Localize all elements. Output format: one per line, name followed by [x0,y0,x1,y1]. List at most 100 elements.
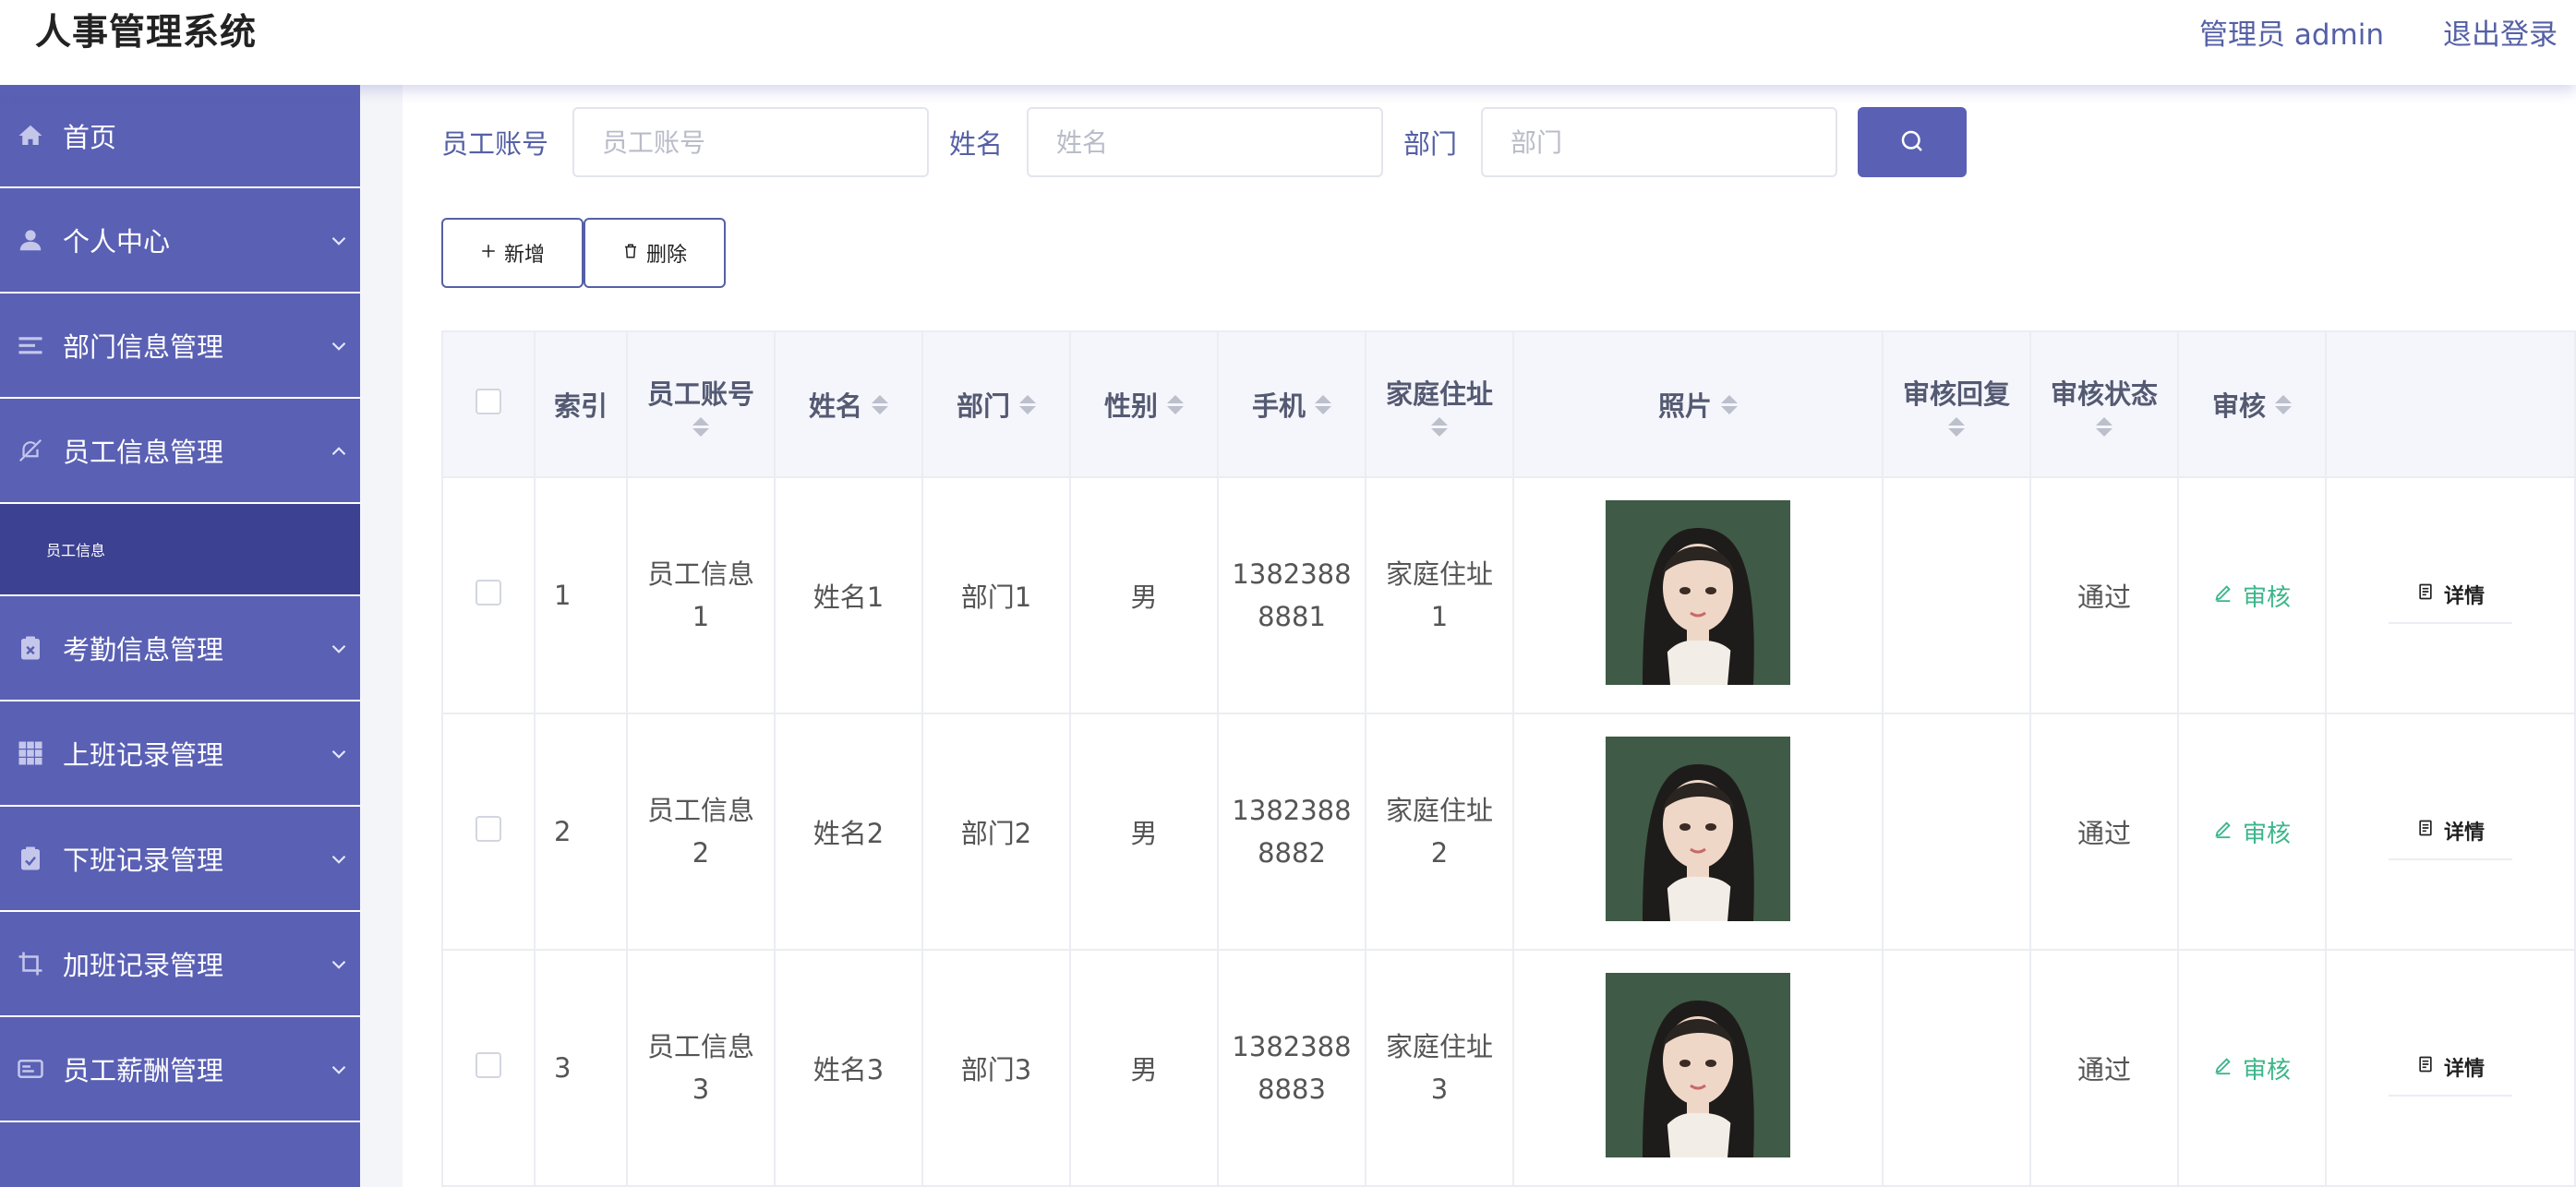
detail-button[interactable]: 详情 [2388,567,2512,624]
chevron-down-icon [327,741,351,765]
sort-icon[interactable] [1019,394,1036,414]
sort-icon[interactable] [1947,416,1965,437]
cell-photo [1512,949,1884,1187]
cell-name: 姓名3 [774,949,923,1187]
dept-input[interactable] [1481,107,1838,177]
col-gender[interactable]: 性别 [1069,330,1219,478]
employee-photo[interactable] [1606,972,1790,1157]
col-name[interactable]: 姓名 [774,330,923,478]
row-checkbox[interactable] [475,579,501,605]
cell-dept: 部门2 [921,713,1071,951]
sidebar-item-checkin[interactable]: 上班记录管理 [0,701,360,807]
search-button[interactable] [1858,107,1968,177]
cell-account: 员工信息 2 [626,713,776,951]
cell-account: 员工信息 3 [626,949,776,1187]
col-address-label: 家庭住址 [1385,378,1493,410]
cell-index-text: 1 [554,580,572,611]
cell-phone-line2: 8883 [1258,1073,1326,1105]
sort-icon[interactable] [2095,416,2113,437]
chevron-down-icon [327,333,351,357]
col-reply[interactable]: 审核回复 [1882,330,2031,478]
employee-photo[interactable] [1606,499,1790,685]
add-button[interactable]: 新增 [441,218,584,288]
sidebar-item-home[interactable]: 首页 [0,85,360,188]
plus-icon [480,241,497,265]
sidebar-item-overtime[interactable]: 加班记录管理 [0,912,360,1017]
sidebar: 首页 个人中心 部门信息管理 员工信息管理 员工信息 考勤信息管理 上班记录管理… [0,85,360,1187]
audit-link[interactable]: 审核 [2213,1051,2291,1085]
edit-icon [2213,818,2233,845]
card-icon [17,1055,44,1083]
delete-button[interactable]: 删除 [584,218,726,288]
sidebar-item-department[interactable]: 部门信息管理 [0,294,360,399]
logout-link[interactable]: 退出登录 [2443,11,2558,53]
col-gender-label: 性别 [1103,390,1158,422]
cell-phone-line1: 1382388 [1232,558,1352,590]
row-select-cell [441,476,536,714]
sort-icon[interactable] [1721,394,1738,414]
add-button-label: 新增 [503,243,545,266]
col-audit[interactable]: 审核 [2177,330,2327,478]
col-account[interactable]: 员工账号 [626,330,776,478]
list-icon [17,331,44,359]
audit-link[interactable]: 审核 [2213,579,2291,613]
clipboard-check-icon [17,845,44,872]
sidebar-item-label: 上班记录管理 [63,739,224,771]
chevron-down-icon [327,1057,351,1081]
name-input[interactable] [1027,107,1384,177]
cell-gender-text: 男 [1130,818,1158,849]
employee-photo[interactable] [1606,736,1790,921]
audit-link-label: 审核 [2242,820,2291,848]
table-header-row: 索引 员工账号 姓名 部门 性别 手机 家庭住址 照片 审核回复 审核状态 审核 [441,330,2576,478]
cell-reply [1882,713,2031,951]
sort-icon[interactable] [1315,394,1331,414]
sidebar-item-attendance[interactable]: 考勤信息管理 [0,596,360,701]
sidebar-subitem-employee-info[interactable]: 员工信息 [0,504,360,596]
main-content: 员工账号 姓名 部门 新增 删除 [403,85,2576,1187]
col-name-label: 姓名 [808,390,862,422]
sidebar-item-label: 员工信息管理 [63,437,224,468]
name-label: 姓名 [949,128,1004,160]
sort-icon[interactable] [2275,394,2292,414]
cell-actions: 详情 [2325,476,2576,714]
sidebar-item-checkout[interactable]: 下班记录管理 [0,807,360,912]
col-address[interactable]: 家庭住址 [1365,330,1514,478]
account-input[interactable] [572,107,930,177]
cell-phone-line2: 8881 [1258,601,1326,632]
row-select-cell [441,949,536,1187]
col-status[interactable]: 审核状态 [2029,330,2179,478]
sidebar-item-label: 首页 [63,122,117,153]
col-photo[interactable]: 照片 [1512,330,1884,478]
sort-icon[interactable] [1430,416,1448,437]
detail-button[interactable]: 详情 [2388,803,2512,860]
cell-index-text: 2 [554,816,572,847]
audit-link-label: 审核 [2242,583,2291,612]
col-dept[interactable]: 部门 [921,330,1071,478]
select-all-checkbox[interactable] [475,388,501,414]
cell-status: 通过 [2029,713,2179,951]
sidebar-item-employee[interactable]: 员工信息管理 [0,399,360,504]
cell-name-text: 姓名3 [813,1054,885,1085]
col-index-label: 索引 [553,390,608,422]
col-phone-label: 手机 [1251,390,1306,422]
cell-address: 家庭住址 3 [1365,949,1514,1187]
sidebar-item-personal-center[interactable]: 个人中心 [0,188,360,294]
cell-photo [1512,476,1884,714]
detail-button[interactable]: 详情 [2388,1039,2512,1097]
row-checkbox[interactable] [475,815,501,842]
cell-dept-text: 部门3 [960,1054,1032,1085]
select-all-cell [441,330,536,478]
col-dept-label: 部门 [956,390,1010,422]
sidebar-item-salary[interactable]: 员工薪酬管理 [0,1017,360,1122]
chevron-down-icon [327,636,351,660]
cell-phone-line2: 8882 [1258,837,1326,869]
audit-link[interactable]: 审核 [2213,815,2291,849]
row-checkbox[interactable] [475,1051,501,1078]
sort-icon[interactable] [692,416,709,437]
sort-icon[interactable] [1167,394,1184,414]
search-bar: 员工账号 姓名 部门 [441,107,1968,177]
col-reply-label: 审核回复 [1902,378,2010,410]
sort-icon[interactable] [872,394,888,414]
col-phone[interactable]: 手机 [1217,330,1366,478]
audit-link-label: 审核 [2242,1056,2291,1085]
